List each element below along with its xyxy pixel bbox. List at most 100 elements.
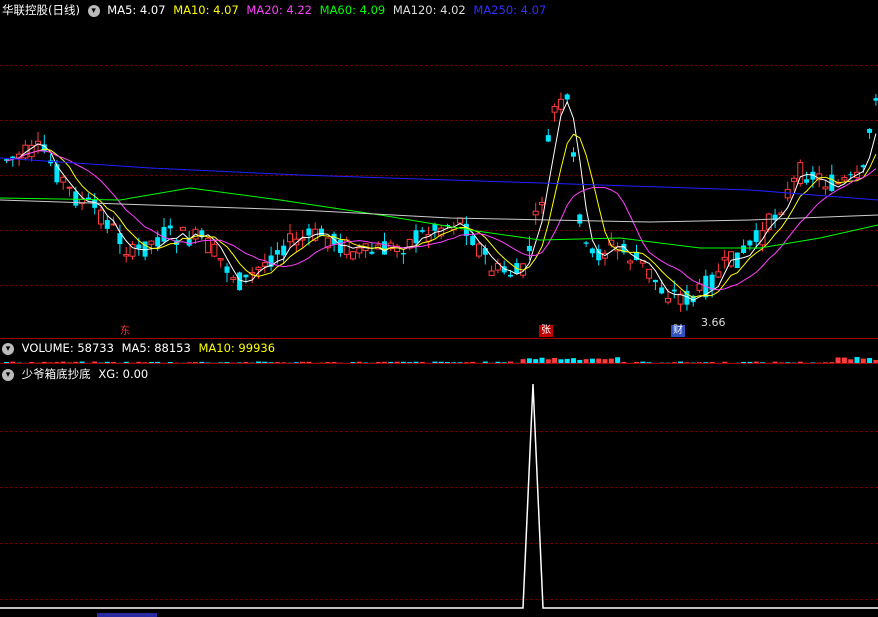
candle: [734, 252, 740, 269]
candle: [324, 237, 331, 252]
candle: [66, 186, 73, 197]
candle: [104, 215, 110, 234]
candle: [854, 165, 860, 180]
candle: [627, 259, 634, 271]
chevron-down-icon[interactable]: ▾: [2, 368, 14, 381]
volume-ma10-readout: MA10: 99936: [198, 341, 276, 355]
chevron-down-icon[interactable]: ▾: [87, 4, 100, 17]
ma5-line: [6, 100, 877, 301]
candle: [551, 103, 558, 122]
candle: [400, 249, 406, 264]
candle: [237, 271, 243, 291]
candle: [211, 240, 218, 258]
indicator-header: ▾ 少爷箱底抄底 XG: 0.00: [2, 366, 152, 382]
candle: [54, 159, 60, 185]
candle: [816, 165, 823, 188]
ma120-readout: MA120: 4.02: [392, 3, 466, 17]
candle: [867, 128, 873, 139]
candle: [596, 244, 602, 266]
candle: [741, 239, 747, 255]
candle: [394, 243, 401, 258]
candle: [463, 216, 469, 246]
candle: [715, 263, 722, 278]
candle: [161, 217, 167, 245]
low-price-label: 3.66: [701, 316, 726, 329]
ma10-line: [6, 133, 877, 298]
candle: [350, 250, 356, 261]
candlestick-chart: [0, 92, 878, 313]
candle: [281, 239, 287, 264]
volume-pane[interactable]: ▾ VOLUME: 58733 MA5: 88153 MA10: 99936: [0, 339, 878, 363]
candle: [450, 222, 457, 235]
candle: [514, 258, 520, 274]
candle: [268, 246, 274, 271]
ma250-line: [0, 157, 878, 201]
candle: [545, 128, 551, 143]
candle: [179, 226, 186, 231]
candle: [224, 263, 230, 283]
candle: [28, 139, 35, 162]
candle: [123, 247, 130, 263]
candle: [589, 247, 595, 258]
candle: [571, 147, 576, 162]
price-chart-pane[interactable]: 华联控股(日线) ▾ MA5: 4.07 MA10: 4.07 MA20: 4.…: [0, 0, 878, 338]
candle: [652, 279, 658, 291]
candle: [873, 94, 878, 106]
candle: [174, 237, 180, 254]
candle: [583, 240, 589, 248]
marker-zhang: 张: [539, 325, 553, 337]
scroll-indicator[interactable]: [97, 613, 157, 617]
candle: [822, 180, 829, 195]
candle: [709, 272, 715, 298]
candle: [532, 202, 539, 225]
ma10-readout: MA10: 4.07: [173, 3, 239, 17]
volume-readout: VOLUME: 58733: [21, 341, 114, 355]
ma60-line: [0, 187, 878, 249]
candle: [319, 225, 324, 237]
ma20-readout: MA20: 4.22: [246, 3, 312, 17]
candle: [784, 181, 791, 202]
candle: [772, 208, 778, 228]
candle: [747, 239, 753, 251]
candle: [721, 249, 728, 269]
xg-signal-line: [0, 383, 878, 609]
volume-ma5-readout: MA5: 88153: [121, 341, 191, 355]
xg-readout: XG: 0.00: [98, 367, 149, 381]
candle: [413, 224, 419, 253]
ma120-line: [0, 199, 878, 223]
volume-header: ▾ VOLUME: 58733 MA5: 88153 MA10: 99936: [2, 340, 279, 356]
candle: [261, 253, 268, 274]
candle: [841, 175, 848, 182]
candle: [677, 290, 684, 313]
ma250-readout: MA250: 4.07: [473, 3, 547, 17]
candle: [287, 224, 293, 248]
marker-dong: 东: [120, 326, 130, 337]
candle: [476, 241, 482, 259]
candle: [60, 175, 67, 190]
candle: [230, 275, 237, 284]
candle: [614, 242, 621, 260]
candle: [419, 226, 425, 234]
candle: [804, 171, 810, 185]
candle: [10, 155, 16, 167]
candle: [205, 236, 212, 254]
ma60-readout: MA60: 4.09: [319, 3, 386, 17]
indicator-pane[interactable]: ▾ 少爷箱底抄底 XG: 0.00: [0, 364, 878, 617]
candle: [646, 268, 653, 284]
marker-cai: 财: [671, 325, 685, 337]
candle: [79, 191, 86, 211]
candle: [488, 265, 495, 276]
indicator-name: 少爷箱底抄底: [21, 367, 91, 381]
candle: [406, 238, 413, 251]
candle: [199, 228, 205, 240]
price-header: 华联控股(日线) ▾ MA5: 4.07 MA10: 4.07 MA20: 4.…: [2, 2, 550, 18]
candle: [22, 140, 29, 161]
stock-title: 华联控股(日线): [2, 3, 80, 17]
candle: [217, 258, 224, 268]
candle: [167, 218, 173, 236]
candle: [696, 278, 703, 293]
chevron-down-icon[interactable]: ▾: [2, 342, 14, 355]
candle: [362, 243, 369, 258]
ma5-readout: MA5: 4.07: [107, 3, 166, 17]
candle: [602, 249, 608, 266]
